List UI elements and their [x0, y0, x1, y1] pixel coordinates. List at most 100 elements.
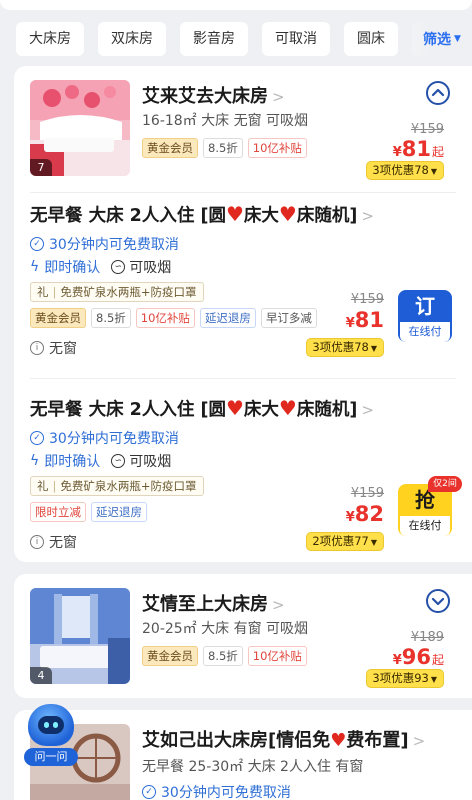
room-spec: 无早餐 25-30㎡ 大床 2人入住 有窗 — [142, 759, 364, 775]
divider: | — [52, 285, 57, 299]
promo-badge[interactable]: 3项优惠78 ▼ — [366, 161, 444, 180]
book-button-sublabel: 在线付 — [400, 516, 450, 536]
smoking-info: ∽ 可吸烟 — [111, 451, 171, 471]
info-icon: i — [30, 341, 44, 355]
tag-gold-member: 黄金会员 — [30, 308, 86, 328]
filter-chip-twin-bed[interactable]: 双床房 — [98, 22, 166, 56]
room-title-text: 艾情至上大床房 — [142, 594, 268, 615]
promo-badge[interactable]: 2项优惠77 ▼ — [306, 532, 384, 551]
check-circle-icon: ✓ — [30, 237, 44, 251]
tag-late-checkout: 延迟退房 — [91, 502, 147, 522]
chevron-right-icon: > — [361, 401, 374, 419]
divider — [30, 378, 456, 379]
currency: ¥ — [345, 316, 355, 331]
window-info: i 无窗 — [30, 532, 77, 552]
room-photo[interactable]: 4 — [30, 588, 130, 684]
filter-button[interactable]: 筛选 ▼ — [412, 22, 472, 56]
room-title[interactable]: 艾如己出大床房[情侣免♥费布置] > — [142, 726, 425, 752]
previous-card-edge — [0, 0, 472, 10]
ask-assistant-label: 问一问 — [24, 748, 78, 766]
quick-filter-bar: 大床房 双床房 影音房 可取消 圆床 极速 筛选 ▼ — [0, 14, 472, 64]
price-value: 81 — [401, 137, 431, 161]
promo-badge[interactable]: 3项优惠78 ▼ — [306, 338, 384, 357]
free-cancel-text: 30分钟内可免费取消 — [161, 785, 291, 800]
price-value: 96 — [401, 645, 431, 669]
rate-plan-title: 无早餐 大床 2人入住 [圆♥床大♥床随机] > — [30, 202, 374, 227]
promo-text: 3项优惠78 — [372, 163, 429, 177]
current-price: ¥81起 — [393, 137, 444, 161]
rate-plan-title: 无早餐 大床 2人入住 [圆♥床大♥床随机] > — [30, 396, 374, 421]
current-price: ¥96起 — [393, 645, 444, 669]
room-title-text: 艾如己出大床房[情侣免 — [142, 730, 331, 751]
collapse-toggle-icon[interactable] — [426, 81, 450, 105]
room-tags: 黄金会员 8.5折 10亿补贴 — [142, 646, 307, 666]
original-price: ¥159 — [350, 292, 384, 307]
gift-tag: 礼 | 免费矿泉水两瓶+防疫口罩 — [30, 282, 204, 302]
chevron-right-icon: > — [412, 732, 426, 750]
promo-text: 3项优惠78 — [312, 340, 369, 354]
caret-down-icon: ▼ — [454, 34, 461, 44]
ask-assistant-button[interactable]: 问一问 — [24, 704, 78, 774]
filter-chip-theater-room[interactable]: 影音房 — [180, 22, 248, 56]
rate-plan[interactable]: 无早餐 大床 2人入住 [圆♥床大♥床随机] > ✓ 30分钟内可免费取消 ϟ 即时确… — [14, 202, 472, 362]
room-title[interactable]: 艾情至上大床房 > — [142, 590, 285, 616]
caret-down-icon: ▼ — [370, 344, 377, 353]
heart-icon: ♥ — [225, 202, 244, 226]
filter-chip-cancellable[interactable]: 可取消 — [262, 22, 330, 56]
heart-icon: ♥ — [330, 730, 347, 751]
window-text: 无窗 — [49, 341, 77, 357]
gift-text: 免费矿泉水两瓶+防疫口罩 — [60, 479, 197, 493]
window-info: i 无窗 — [30, 338, 77, 358]
room-photo[interactable]: 7 — [30, 80, 130, 176]
tag-subsidy: 10亿补贴 — [135, 308, 195, 328]
instant-confirm-line: ϟ 即时确认 ∽ 可吸烟 — [30, 451, 171, 471]
instant-confirm-line: ϟ 即时确认 ∽ 可吸烟 — [30, 257, 171, 277]
tag-discount: 8.5折 — [203, 138, 243, 158]
tag-subsidy: 10亿补贴 — [247, 138, 307, 158]
price-suffix: 起 — [431, 145, 444, 159]
free-cancel-line: ✓ 30分钟内可免费取消 — [30, 428, 179, 448]
original-price: ¥159 — [410, 122, 444, 137]
room-card-ailaiaiqu: 7 艾来艾去大床房 > 16-18㎡ 大床 无窗 可吸烟 黄金会员 8.5折 10… — [14, 66, 472, 562]
promo-badge[interactable]: 3项优惠93 ▼ — [366, 669, 444, 688]
free-cancel-text: 30分钟内可免费取消 — [49, 237, 179, 253]
plan-title-part: 无早餐 大床 2人入住 [圆 — [30, 206, 226, 226]
promo-text: 2项优惠77 — [312, 534, 369, 548]
smoking-info: ∽ 可吸烟 — [111, 257, 171, 277]
tag-subsidy: 10亿补贴 — [247, 646, 307, 666]
tag-limited-discount: 限时立减 — [30, 502, 86, 522]
heart-icon: ♥ — [225, 396, 244, 420]
lightning-icon: ϟ — [30, 259, 40, 275]
room-header[interactable]: 7 艾来艾去大床房 > 16-18㎡ 大床 无窗 可吸烟 黄金会员 8.5折 10… — [14, 66, 472, 184]
tag-discount: 8.5折 — [203, 646, 243, 666]
photo-count: 7 — [30, 159, 52, 176]
caret-down-icon: ▼ — [370, 538, 377, 547]
filter-label: 筛选 — [423, 32, 452, 48]
chevron-right-icon: > — [361, 207, 374, 225]
room-card-airujichu: 艾如己出大床房[情侣免♥费布置] > 无早餐 25-30㎡ 大床 2人入住 有窗 … — [14, 710, 472, 800]
expand-toggle-icon[interactable] — [426, 589, 450, 613]
rooms-left-badge: 仅2间 — [428, 476, 462, 492]
smoking-text: 可吸烟 — [129, 260, 172, 276]
room-title[interactable]: 艾来艾去大床房 > — [142, 82, 285, 108]
filter-chip-round-bed[interactable]: 圆床 — [344, 22, 398, 56]
divider — [30, 192, 456, 193]
plan-title-part: 床大 — [243, 400, 279, 420]
book-button[interactable]: 订 在线付 — [398, 290, 452, 342]
room-tags: 黄金会员 8.5折 10亿补贴 — [142, 138, 307, 158]
rate-plan-tags: 黄金会员 8.5折 10亿补贴 延迟退房 早订多减 — [30, 308, 317, 328]
caret-down-icon: ▼ — [430, 167, 437, 176]
photo-count: 4 — [30, 667, 52, 684]
gift-label: 礼 — [37, 285, 49, 299]
plan-title-part: 床随机] — [296, 400, 358, 420]
chevron-right-icon: > — [272, 596, 285, 614]
currency: ¥ — [392, 145, 402, 160]
tag-early-booking: 早订多减 — [260, 308, 317, 328]
rate-plan[interactable]: 无早餐 大床 2人入住 [圆♥床大♥床随机] > ✓ 30分钟内可免费取消 ϟ 即时确… — [14, 396, 472, 556]
smoking-icon: ∽ — [111, 454, 126, 468]
filter-chip-king-bed[interactable]: 大床房 — [16, 22, 84, 56]
room-header[interactable]: 4 艾情至上大床房 > 20-25㎡ 大床 有窗 可吸烟 黄金会员 8.5折 10… — [14, 574, 472, 692]
tag-gold-member: 黄金会员 — [142, 646, 198, 666]
book-button-sublabel: 在线付 — [400, 322, 450, 342]
free-cancel-text: 30分钟内可免费取消 — [49, 431, 179, 447]
